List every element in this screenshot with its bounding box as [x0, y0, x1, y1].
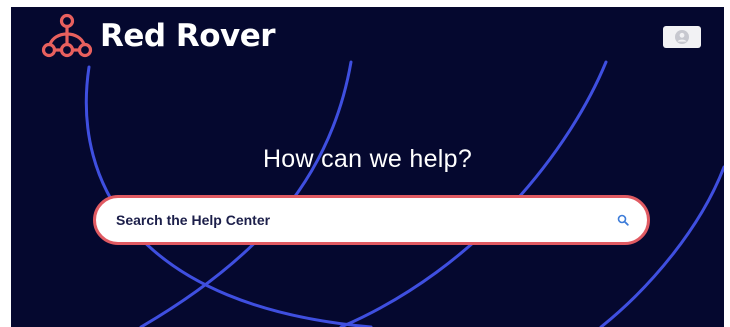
brand-name: Red Rover	[100, 18, 276, 54]
brand-logo[interactable]: Red Rover	[39, 12, 276, 60]
background-line	[599, 165, 724, 327]
help-center-hero: Red Rover How can we help?	[11, 7, 724, 327]
search-icon[interactable]	[617, 214, 629, 226]
profile-button[interactable]	[663, 26, 701, 48]
page-headline: How can we help?	[262, 145, 473, 173]
search-input[interactable]	[96, 198, 617, 242]
search-bar	[93, 195, 650, 245]
user-avatar-icon	[675, 30, 689, 44]
red-rover-logo-icon	[41, 13, 93, 58]
